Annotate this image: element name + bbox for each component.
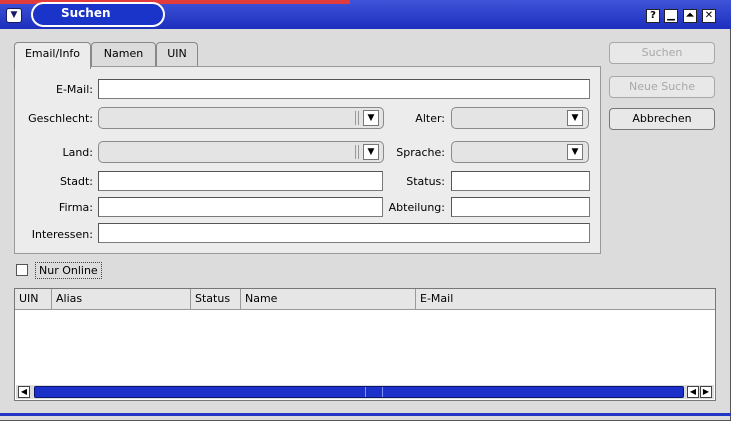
scroll-left-icon[interactable]: ◀: [687, 386, 699, 398]
interests-label: Interessen:: [31, 228, 93, 241]
horizontal-scrollbar[interactable]: ◀ ◀ ▶: [16, 385, 714, 399]
help-icon[interactable]: ?: [646, 9, 660, 23]
chevron-down-icon[interactable]: ▼: [6, 8, 22, 23]
online-only-checkbox[interactable]: [16, 264, 28, 276]
dropdown-arrow-icon[interactable]: ▼: [567, 144, 583, 160]
combo-grip: [355, 145, 359, 159]
window-title: Suchen: [31, 2, 165, 27]
language-select[interactable]: ▼: [451, 141, 589, 163]
department-label: Abteilung:: [388, 201, 445, 214]
close-icon[interactable]: ✕: [702, 9, 716, 23]
country-select[interactable]: ▼: [98, 141, 384, 163]
scroll-right-icon[interactable]: ▶: [700, 386, 712, 398]
tab-email-info[interactable]: Email/Info: [14, 42, 91, 69]
scrollbar-track[interactable]: [34, 386, 684, 398]
country-label: Land:: [62, 146, 93, 159]
column-header-status[interactable]: Status: [191, 289, 241, 310]
column-header-alias[interactable]: Alias: [52, 289, 191, 310]
dropdown-arrow-icon[interactable]: ▼: [567, 110, 583, 126]
department-field[interactable]: [451, 197, 590, 217]
gender-select[interactable]: ▼: [98, 107, 384, 129]
search-button[interactable]: Suchen: [609, 42, 715, 64]
city-label: Stadt:: [59, 175, 93, 188]
tab-namen[interactable]: Namen: [91, 42, 156, 67]
company-field[interactable]: [98, 197, 383, 217]
new-search-button[interactable]: Neue Suche: [609, 76, 715, 98]
minimize-icon[interactable]: ▁: [664, 9, 678, 23]
city-field[interactable]: [98, 171, 383, 191]
scroll-left-icon[interactable]: ◀: [18, 386, 30, 398]
scrollbar-thumb[interactable]: [365, 387, 383, 397]
results-list[interactable]: UIN Alias Status Name E-Mail ◀ ◀ ▶: [14, 288, 716, 401]
company-label: Firma:: [58, 201, 93, 214]
email-label: E-Mail:: [56, 83, 93, 96]
tab-uin[interactable]: UIN: [156, 42, 198, 67]
status-label: Status:: [406, 175, 445, 188]
window-bottom-border: [0, 413, 731, 416]
search-window: ▼ Suchen ? ▁ ⏶ ✕ Email/Info Namen UIN E-…: [0, 0, 731, 421]
status-field[interactable]: [451, 171, 590, 191]
gender-label: Geschlecht:: [28, 112, 93, 125]
email-field[interactable]: [98, 79, 590, 99]
age-select[interactable]: ▼: [451, 107, 589, 129]
column-header-email[interactable]: E-Mail: [416, 289, 715, 310]
interests-field[interactable]: [98, 223, 590, 243]
cancel-button[interactable]: Abbrechen: [609, 108, 715, 130]
column-header-name[interactable]: Name: [241, 289, 416, 310]
column-header-uin[interactable]: UIN: [15, 289, 52, 310]
combo-grip: [355, 111, 359, 125]
online-only-label[interactable]: Nur Online: [35, 262, 102, 279]
age-label: Alter:: [415, 112, 445, 125]
maximize-icon[interactable]: ⏶: [683, 9, 697, 23]
language-label: Sprache:: [396, 146, 445, 159]
